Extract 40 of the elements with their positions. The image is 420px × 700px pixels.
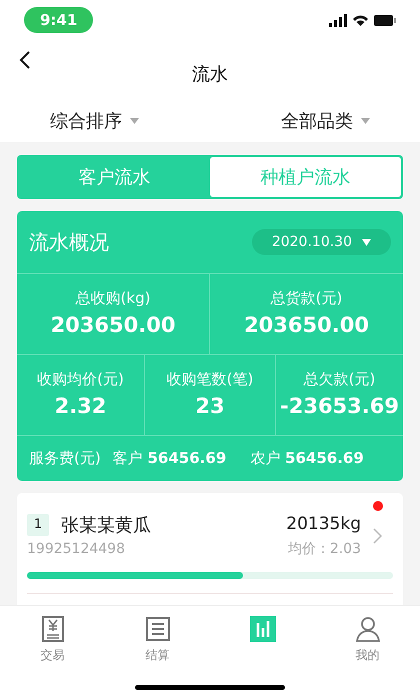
metric-value: 203650.00 — [244, 312, 369, 338]
metric-value: 203650.00 — [50, 312, 176, 338]
caret-icon — [361, 118, 370, 124]
record-name: 张某某黄瓜 — [61, 514, 151, 538]
fee-farmer: 农户 56456.69 — [250, 448, 364, 470]
metric-label: 总欠款(元) — [304, 369, 376, 390]
metric-label: 收购笔数(笔) — [166, 369, 254, 390]
chevron-right-icon — [372, 528, 382, 544]
metric-value: -23653.69 — [280, 392, 399, 420]
filter-dropdown[interactable]: 全部品类 — [281, 108, 370, 134]
record-avg-price: 均价：2.03 — [288, 540, 361, 559]
filter-dropdown[interactable]: 综合排序 — [50, 108, 139, 134]
wifi-icon — [353, 14, 368, 26]
fee-label: 服务费(元) — [29, 448, 101, 470]
record-weight: 20135kg — [286, 513, 361, 536]
tab-bar-item[interactable]: 交易 — [0, 616, 105, 664]
segment-tab[interactable]: 种植户流水 — [210, 157, 401, 197]
rank-badge: 1 — [27, 514, 49, 536]
list-icon — [144, 616, 170, 642]
battery-icon — [374, 14, 396, 26]
fee-customer: 客户 56456.69 — [112, 448, 226, 470]
signal-icon — [329, 14, 347, 26]
yuan-receipt-icon — [40, 616, 66, 642]
tab-bar-item[interactable]: 结算 — [105, 616, 210, 664]
summary-title: 流水概况 — [29, 229, 109, 256]
bar-chart-icon — [250, 616, 276, 642]
page-title: 流水 — [192, 62, 228, 86]
metric-value: 2.32 — [54, 392, 106, 420]
tab-bar-item[interactable]: 我的 — [315, 616, 420, 664]
person-icon — [354, 616, 380, 642]
metric-label: 总货款(元) — [270, 288, 342, 309]
metric-label: 总收购(kg) — [76, 288, 150, 309]
date-picker[interactable]: 2020.10.30 — [252, 229, 391, 255]
record-phone: 19925124498 — [27, 540, 125, 559]
status-time: 9:41 — [24, 6, 94, 34]
metric-value: 23 — [195, 392, 225, 420]
metric-label: 收购均价(元) — [37, 369, 124, 390]
back-icon — [19, 50, 31, 70]
caret-icon — [362, 238, 371, 246]
caret-icon — [130, 118, 139, 124]
